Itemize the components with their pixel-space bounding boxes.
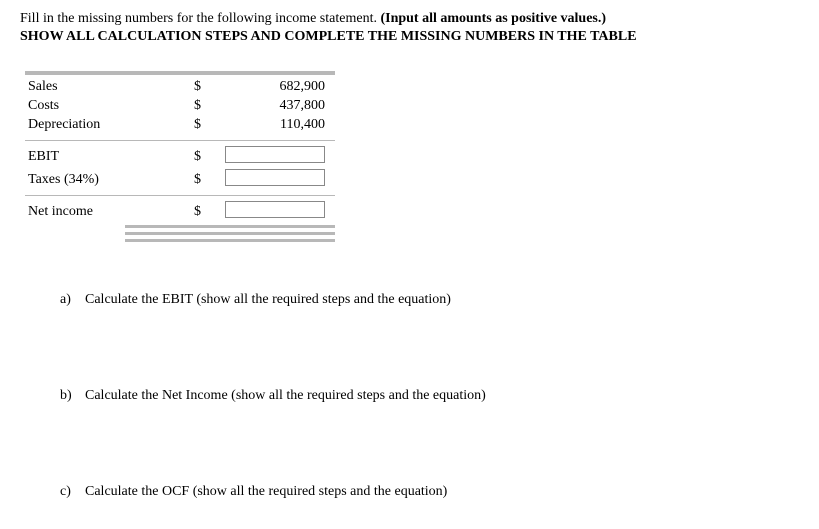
label-sales: Sales (25, 79, 175, 95)
currency-symbol: $ (175, 79, 220, 95)
label-costs: Costs (25, 98, 175, 114)
questions-section: a) Calculate the EBIT (show all the requ… (20, 292, 799, 500)
question-letter: c) (60, 484, 85, 500)
value-depreciation: 110,400 (220, 117, 330, 133)
question-c: c) Calculate the OCF (show all the requi… (60, 484, 799, 500)
currency-symbol: $ (175, 149, 220, 165)
row-costs: Costs $ 437,800 (25, 96, 335, 115)
instruction-bold: (Input all amounts as positive values.) (380, 11, 606, 26)
row-depreciation: Depreciation $ 110,400 (25, 115, 335, 134)
row-sales: Sales $ 682,900 (25, 77, 335, 96)
label-netincome: Net income (25, 204, 175, 220)
instructions: Fill in the missing numbers for the foll… (20, 10, 799, 46)
question-b: b) Calculate the Net Income (show all th… (60, 388, 799, 404)
row-taxes: Taxes (34%) $ (25, 170, 335, 189)
rule (25, 71, 335, 75)
question-letter: a) (60, 292, 85, 308)
label-ebit: EBIT (25, 149, 175, 165)
question-a: a) Calculate the EBIT (show all the requ… (60, 292, 799, 308)
income-statement-table: Sales $ 682,900 Costs $ 437,800 Deprecia… (25, 71, 335, 242)
currency-symbol: $ (175, 172, 220, 188)
instruction-line2: SHOW ALL CALCULATION STEPS AND COMPLETE … (20, 29, 637, 44)
label-depreciation: Depreciation (25, 117, 175, 133)
instruction-text: Fill in the missing numbers for the foll… (20, 11, 380, 26)
currency-symbol: $ (175, 204, 220, 220)
label-taxes: Taxes (34%) (25, 172, 175, 188)
currency-symbol: $ (175, 117, 220, 133)
input-taxes[interactable] (225, 169, 325, 186)
question-letter: b) (60, 388, 85, 404)
row-netincome: Net income $ (25, 202, 335, 221)
question-text: Calculate the Net Income (show all the r… (85, 388, 799, 404)
input-netincome[interactable] (225, 201, 325, 218)
value-sales: 682,900 (220, 79, 330, 95)
question-text: Calculate the EBIT (show all the require… (85, 292, 799, 308)
question-text: Calculate the OCF (show all the required… (85, 484, 799, 500)
row-ebit: EBIT $ (25, 147, 335, 166)
double-underline (125, 225, 335, 242)
input-ebit[interactable] (225, 146, 325, 163)
currency-symbol: $ (175, 98, 220, 114)
value-costs: 437,800 (220, 98, 330, 114)
